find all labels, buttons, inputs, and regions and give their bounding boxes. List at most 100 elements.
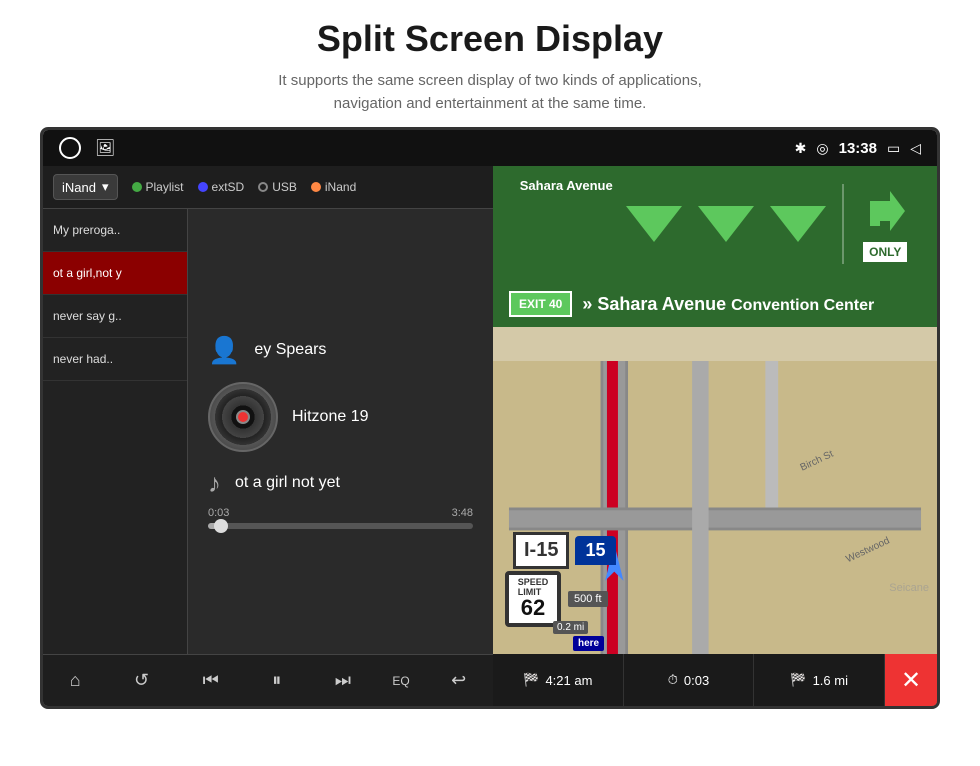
source-playlist-label: Playlist	[146, 180, 184, 194]
interstate-number: I-15	[513, 532, 569, 569]
progress-thumb[interactable]	[214, 519, 228, 533]
arrow-sign-3	[770, 206, 826, 242]
home-button[interactable]: ⌂	[58, 664, 93, 697]
status-bar: 🖼 ✱ ◎ 13:38 ▭ ◁	[43, 130, 937, 166]
back-button[interactable]: ↩	[439, 664, 478, 697]
track-row-album: Hitzone 19	[208, 382, 473, 452]
track-row-artist: 👤 ey Spears	[208, 335, 473, 366]
bluetooth-icon: ✱	[795, 140, 807, 157]
repeat-button[interactable]: ↺	[122, 664, 161, 697]
source-usb-label: USB	[272, 180, 297, 194]
dist-marker-ft: 500 ft	[568, 591, 608, 607]
exit-destination: » Sahara Avenue Convention Center	[582, 294, 874, 315]
progress-section: 0:03 3:48	[198, 507, 483, 529]
music-note-icon: ♪	[208, 468, 221, 499]
eq-button[interactable]: EQ	[392, 674, 409, 688]
watermark: Seicane	[889, 582, 929, 594]
radio-dot-inand	[311, 182, 321, 192]
time-total: 3:48	[452, 507, 473, 519]
interstate-shield: I-15 15	[513, 532, 616, 569]
turn-exit-group: ONLY	[860, 186, 910, 262]
nav-eta-time: 🏁 4:21 am	[493, 654, 624, 706]
status-time: 13:38	[839, 140, 877, 157]
eta-time-value: 4:21 am	[545, 673, 592, 688]
page-subtitle: It supports the same screen display of t…	[40, 70, 940, 115]
turn-arrow-icon	[860, 186, 910, 236]
sign-separator	[842, 184, 844, 264]
source-dropdown[interactable]: iNand ▾	[53, 174, 118, 200]
eta-distance-value: 1.6 mi	[813, 673, 848, 688]
track-info: 👤 ey Spears Hitzone 19 ♪ ot a girl not y…	[198, 335, 483, 499]
map-roads: Birch St Westwood SPEEDLIMIT 62 500 ft 0…	[493, 361, 937, 654]
progress-bar[interactable]	[208, 523, 473, 529]
playlist-item-2[interactable]: never say g..	[43, 295, 187, 338]
home-circle-icon	[59, 137, 81, 159]
exit-subtitle: Convention Center	[731, 297, 874, 314]
source-bar: iNand ▾ Playlist extSD USB	[43, 166, 493, 209]
close-button[interactable]: ✕	[885, 654, 937, 706]
clock-icon: ⏱	[668, 672, 678, 688]
down-arrow-3	[770, 206, 826, 242]
radio-dot-playlist	[132, 182, 142, 192]
track-song: ot a girl not yet	[235, 474, 340, 492]
disc-center	[236, 410, 250, 424]
nav-panel: Sahara Avenue	[493, 166, 937, 706]
road-name-top: Sahara Avenue	[520, 174, 613, 193]
speed-sign: SPEEDLIMIT 62	[505, 571, 561, 627]
source-extsd[interactable]: extSD	[198, 180, 245, 194]
track-row-song: ♪ ot a girl not yet	[208, 468, 473, 499]
source-extsd-label: extSD	[212, 180, 245, 194]
progress-times: 0:03 3:48	[208, 507, 473, 519]
nav-status-bar: 🏁 4:21 am ⏱ 0:03 🏁 1.6 mi ✕	[493, 654, 937, 706]
playlist-item-0[interactable]: My preroga..	[43, 209, 187, 252]
arrow-sign-2	[698, 206, 754, 242]
playlist-item-3[interactable]: never had..	[43, 338, 187, 381]
source-options: Playlist extSD USB iNand	[132, 180, 357, 194]
back-icon: ◁	[910, 140, 921, 157]
down-arrow-1	[626, 206, 682, 242]
source-label: iNand	[62, 180, 96, 195]
control-bar: ⌂ ↺ ⏮ ⏸ ⏭ EQ ↩	[43, 654, 493, 706]
radio-dot-extsd	[198, 182, 208, 192]
speed-limit-value: 62	[521, 595, 545, 621]
nav-eta-duration: ⏱ 0:03	[624, 654, 755, 706]
person-icon: 👤	[208, 335, 240, 366]
dropdown-arrow-icon: ▾	[102, 179, 109, 195]
down-arrow-2	[698, 206, 754, 242]
flag-end-icon: 🏁	[790, 672, 806, 688]
image-icon: 🖼	[95, 138, 115, 158]
nav-eta-distance: 🏁 1.6 mi	[754, 654, 885, 706]
source-inand[interactable]: iNand	[311, 180, 356, 194]
disc-icon	[208, 382, 278, 452]
dist-label-mi: 0.2 mi	[553, 621, 588, 634]
track-artist: ey Spears	[254, 341, 326, 359]
source-playlist[interactable]: Playlist	[132, 180, 184, 194]
here-logo: here	[573, 636, 604, 651]
prev-button[interactable]: ⏮	[191, 664, 231, 697]
source-inand-label: iNand	[325, 180, 356, 194]
playlist-sidebar: My preroga.. ot a girl,not y never say g…	[43, 209, 188, 654]
playlist-area: My preroga.. ot a girl,not y never say g…	[43, 209, 493, 654]
highway-sign-top: Sahara Avenue	[493, 166, 937, 281]
screen-icon: ▭	[887, 140, 900, 157]
exit-badge: EXIT 40	[509, 291, 572, 317]
playlist-item-1[interactable]: ot a girl,not y	[43, 252, 187, 295]
source-usb[interactable]: USB	[258, 180, 297, 194]
split-area: iNand ▾ Playlist extSD USB	[43, 166, 937, 706]
radio-dot-usb	[258, 182, 268, 192]
interstate-badge: 15	[575, 536, 615, 565]
time-current: 0:03	[208, 507, 229, 519]
exit-dest-text: » Sahara Avenue	[582, 294, 726, 314]
flag-start-icon: 🏁	[523, 672, 539, 688]
next-button[interactable]: ⏭	[323, 664, 363, 697]
only-box: ONLY	[863, 242, 907, 262]
eta-duration-value: 0:03	[684, 673, 709, 688]
track-album: Hitzone 19	[292, 408, 369, 426]
arrow-sign-1	[626, 206, 682, 242]
location-icon: ◎	[816, 140, 828, 157]
page-title: Split Screen Display	[40, 18, 940, 60]
exit-sign-area: EXIT 40 » Sahara Avenue Convention Cente…	[493, 281, 937, 327]
music-panel: iNand ▾ Playlist extSD USB	[43, 166, 493, 706]
pause-button[interactable]: ⏸	[260, 664, 293, 697]
player-main: 👤 ey Spears Hitzone 19 ♪ ot a girl not y…	[188, 209, 493, 654]
